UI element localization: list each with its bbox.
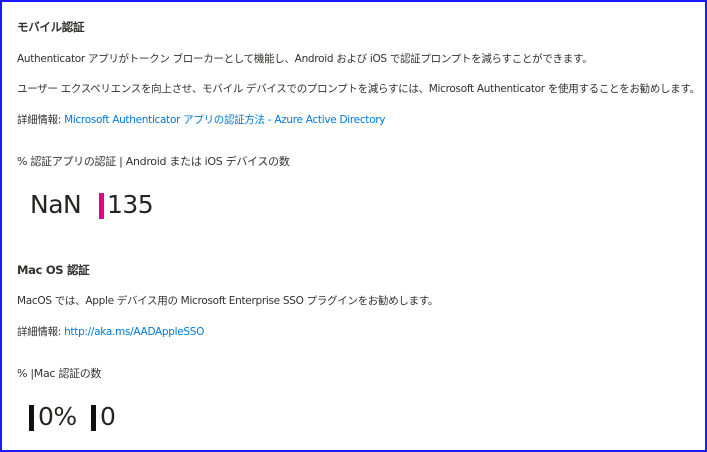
mac-percent-value: 0% (38, 402, 77, 431)
mobile-count-value: 135 (107, 190, 154, 219)
more-info-label: 詳細情報: (17, 114, 65, 126)
mobile-auth-description-1: Authenticator アプリがトークン ブローカーとして機能し、Andro… (17, 53, 593, 65)
mac-more-info: 詳細情報: http://aka.ms/AADAppleSSO (17, 324, 204, 339)
mac-count-bar (91, 405, 96, 431)
mobile-accent-bar (99, 193, 104, 219)
mac-auth-heading: Mac OS 認証 (17, 263, 90, 277)
authenticator-docs-link[interactable]: Microsoft Authenticator アプリの認証方法 - Azure… (64, 114, 385, 126)
more-info-label: 詳細情報: (17, 326, 65, 338)
mac-count-value: 0 (100, 402, 116, 431)
mobile-more-info: 詳細情報: Microsoft Authenticator アプリの認証方法 -… (17, 112, 385, 127)
mobile-auth-heading: モバイル認証 (17, 20, 85, 34)
mac-metric-label: % |Mac 認証の数 (17, 367, 102, 380)
mac-percent-bar (29, 405, 34, 431)
mobile-auth-description-2: ユーザー エクスペリエンスを向上させ、モバイル デバイスでのプロンプトを減らすに… (17, 83, 700, 95)
mobile-percent-value: NaN (30, 190, 82, 219)
mac-auth-description: MacOS では、Apple デバイス用の Microsoft Enterpri… (17, 295, 439, 307)
mobile-metric-label: % 認証アプリの認証 | Android または iOS デバイスの数 (17, 155, 290, 168)
panel-frame (0, 0, 707, 452)
apple-sso-link[interactable]: http://aka.ms/AADAppleSSO (64, 326, 204, 338)
